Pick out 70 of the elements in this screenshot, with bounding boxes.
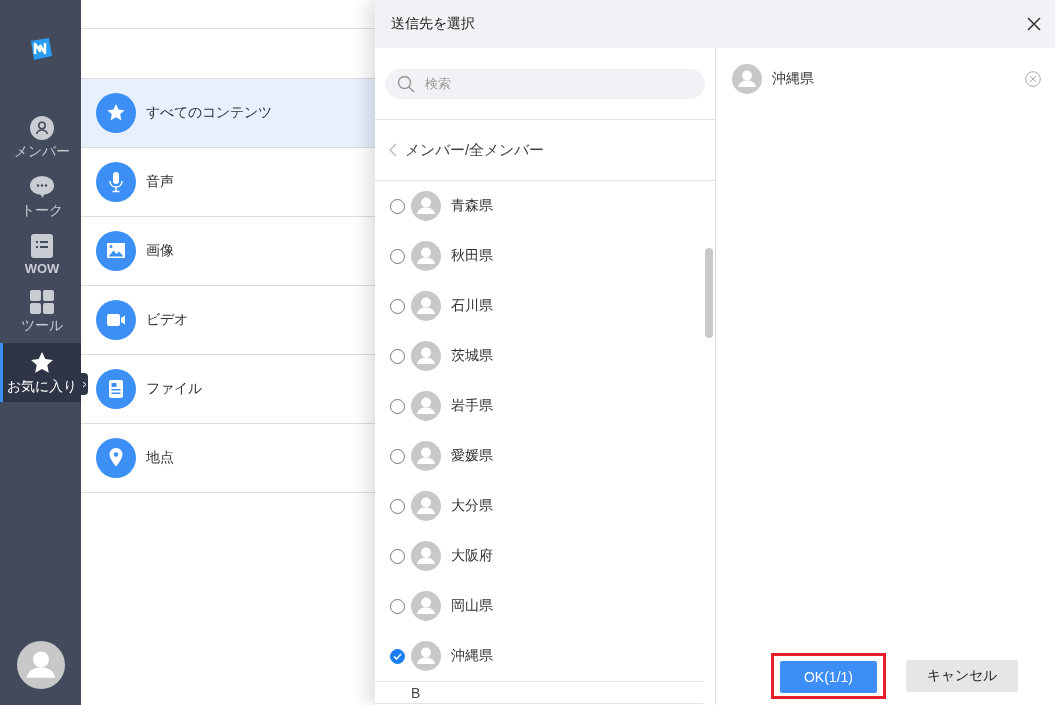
avatar-icon	[411, 341, 441, 371]
sidebar-item[interactable]: ツール	[0, 284, 81, 339]
member-name: 愛媛県	[451, 447, 493, 465]
member-row[interactable]: 沖縄県	[375, 631, 703, 681]
member-row[interactable]: 青森県	[375, 181, 703, 231]
avatar-icon	[411, 191, 441, 221]
pin-icon	[96, 438, 136, 478]
member-row[interactable]: 茨城県	[375, 331, 703, 381]
mic-icon	[96, 162, 136, 202]
list-icon	[31, 234, 53, 258]
category-label: ビデオ	[146, 311, 188, 329]
member-row[interactable]: 秋田県	[375, 231, 703, 281]
sidebar-item[interactable]: メンバー	[0, 110, 81, 165]
member-name: 秋田県	[451, 247, 493, 265]
checkbox[interactable]	[390, 648, 405, 664]
member-name: 石川県	[451, 297, 493, 315]
scrollbar[interactable]	[705, 248, 713, 338]
chat-bubble-icon	[30, 175, 54, 199]
cancel-button[interactable]: キャンセル	[906, 660, 1018, 692]
avatar-icon	[411, 241, 441, 271]
member-row[interactable]: 岩手県	[375, 381, 703, 431]
remove-button[interactable]	[1025, 71, 1041, 87]
member-name: 岡山県	[451, 597, 493, 615]
avatar-icon	[411, 491, 441, 521]
category-label: 音声	[146, 173, 174, 191]
grid-icon	[30, 290, 54, 314]
category-label: 画像	[146, 242, 174, 260]
avatar-icon	[411, 591, 441, 621]
remove-icon	[1025, 71, 1041, 87]
dialog-title: 送信先を選択	[391, 15, 475, 33]
sidebar-item[interactable]: お気に入り	[0, 343, 81, 402]
member-row[interactable]: 大阪府	[375, 531, 703, 581]
avatar-icon	[411, 541, 441, 571]
back-button[interactable]	[389, 143, 397, 157]
member-row[interactable]: 愛媛県	[375, 431, 703, 481]
file-icon	[96, 369, 136, 409]
checkmark-icon	[393, 652, 402, 660]
category-label: ファイル	[146, 380, 202, 398]
selected-member-name: 沖縄県	[772, 70, 815, 88]
image-icon	[96, 231, 136, 271]
avatar-icon	[411, 391, 441, 421]
close-button[interactable]	[1025, 15, 1043, 33]
member-name: 青森県	[451, 197, 493, 215]
close-icon	[1027, 17, 1041, 31]
chevron-left-icon	[389, 143, 397, 157]
breadcrumb: メンバー/全メンバー	[405, 140, 545, 160]
member-row[interactable]: 岡山県	[375, 581, 703, 631]
member-name: 大分県	[451, 497, 493, 515]
sidebar-item[interactable]: WOW	[0, 228, 81, 280]
member-name: 岩手県	[451, 397, 493, 415]
category-label: すべてのコンテンツ	[146, 104, 272, 122]
video-icon	[96, 300, 136, 340]
section-header: B	[375, 681, 703, 704]
member-row[interactable]: 大分県	[375, 481, 703, 531]
collapse-handle[interactable]	[81, 373, 88, 395]
search-field[interactable]: 検索	[385, 68, 705, 99]
category-row[interactable]: すべてのコンテンツ	[81, 79, 375, 148]
member-name: 大阪府	[451, 547, 493, 565]
member-name: 沖縄県	[451, 647, 493, 665]
member-name: 茨城県	[451, 347, 493, 365]
person-icon	[30, 116, 54, 140]
member-row[interactable]: 石川県	[375, 281, 703, 331]
avatar-icon	[732, 64, 762, 94]
avatar-icon	[411, 641, 441, 671]
category-label: 地点	[146, 449, 174, 467]
avatar-icon	[411, 441, 441, 471]
sidebar-item[interactable]: トーク	[0, 169, 81, 224]
star-icon	[30, 351, 54, 375]
user-avatar	[16, 641, 65, 689]
avatar-icon	[411, 291, 441, 321]
